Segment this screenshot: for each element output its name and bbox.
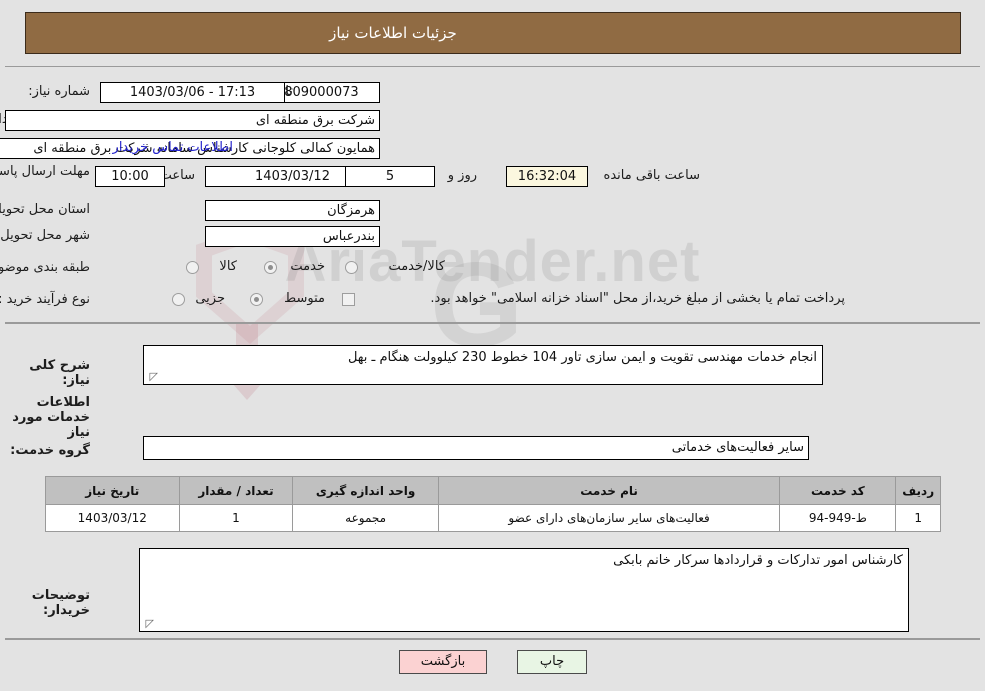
th-row: ردیف: [895, 476, 941, 505]
buyer-comments-value[interactable]: کارشناس امور تدارکات و قراردادها سرکار خ…: [139, 548, 909, 632]
city-label: شهر محل تحویل:: [0, 228, 90, 243]
treasury-note-text: پرداخت تمام یا بخشی از مبلغ خرید،از محل …: [430, 291, 845, 306]
table-row: 1 ط-949-94 فعالیت‌های سایر سازمان‌های دا…: [45, 504, 941, 532]
purchase-type-option-motavaset: متوسط: [284, 291, 325, 306]
deadline-hour-value: 10:00: [95, 166, 165, 187]
service-group-label: گروه خدمت:: [10, 443, 90, 458]
category-option-kala: کالا: [219, 259, 237, 274]
purchase-type-option-jozei: جزیی: [195, 291, 225, 306]
deadline-label: مهلت ارسال پاسخ: تا تاریخ:: [0, 164, 90, 179]
purchase-type-label: نوع فرآیند خرید :: [0, 292, 90, 307]
summary-panel: [5, 66, 980, 324]
province-label: استان محل تحویل:: [0, 202, 90, 217]
cell-quantity: 1: [178, 504, 294, 532]
treasury-checkbox[interactable]: [342, 293, 355, 306]
buyer-comments-label: توضیحات خریدار:: [31, 588, 90, 618]
province-value: هرمزگان: [205, 200, 380, 221]
resize-grip-icon-2[interactable]: ◸: [142, 618, 154, 630]
services-table: ردیف کد خدمت نام خدمت واحد اندازه گیری ت…: [45, 476, 941, 532]
category-label: طبقه بندی موضوعی:: [0, 260, 90, 275]
cell-name: فعالیت‌های سایر سازمان‌های دارای عضو: [437, 504, 781, 532]
category-radio-khedmat[interactable]: [264, 261, 277, 274]
print-button[interactable]: چاپ: [517, 650, 587, 674]
back-button[interactable]: بازگشت: [399, 650, 487, 674]
category-option-khedmat: خدمت: [290, 259, 325, 274]
th-date: تاریخ نیاز: [45, 476, 180, 505]
cell-date: 1403/03/12: [45, 504, 180, 532]
th-name: نام خدمت: [437, 476, 781, 505]
purchase-type-radio-jozei[interactable]: [172, 293, 185, 306]
buyer-contact-link[interactable]: اطلاعات تماس خریدار: [113, 140, 233, 155]
resize-grip-icon[interactable]: ◸: [146, 371, 158, 383]
category-option-kala-khedmat: کالا/خدمت: [388, 259, 445, 274]
need-details-page: G AriaTender.net جزئیات اطلاعات نیاز شما…: [0, 0, 985, 691]
need-description-label: شرح کلی نیاز:: [29, 358, 90, 388]
buyer-org-value: شرکت برق منطقه ای: [5, 110, 380, 131]
cell-unit: مجموعه: [292, 504, 439, 532]
days-remaining-value: 5: [345, 166, 435, 187]
need-description-text: انجام خدمات مهندسی تقویت و ایمن سازی تاو…: [347, 350, 817, 365]
need-description-value[interactable]: انجام خدمات مهندسی تقویت و ایمن سازی تاو…: [143, 345, 823, 385]
page-header: جزئیات اطلاعات نیاز: [25, 12, 961, 54]
cell-row: 1: [895, 504, 941, 532]
th-quantity: تعداد / مقدار: [178, 476, 294, 505]
need-number-label: شماره نیاز:: [28, 84, 90, 99]
buyer-comments-text: کارشناس امور تدارکات و قراردادها سرکار خ…: [613, 553, 903, 568]
announce-datetime-value: 17:13 - 1403/03/06: [100, 82, 285, 103]
remaining-suffix-label: ساعت باقی مانده: [603, 168, 700, 183]
service-group-value: سایر فعالیت‌های خدماتی: [143, 436, 809, 460]
purchase-type-radio-motavaset[interactable]: [250, 293, 263, 306]
page-title: جزئیات اطلاعات نیاز: [329, 24, 457, 42]
time-remaining-value: 16:32:04: [506, 166, 588, 187]
th-unit: واحد اندازه گیری: [292, 476, 439, 505]
cell-code: ط-949-94: [779, 504, 897, 532]
table-header-row: ردیف کد خدمت نام خدمت واحد اندازه گیری ت…: [45, 476, 941, 505]
category-radio-kala-khedmat[interactable]: [345, 261, 358, 274]
city-value: بندرعباس: [205, 226, 380, 247]
services-section-title: اطلاعات خدمات مورد نیاز: [12, 395, 90, 440]
category-radio-kala[interactable]: [186, 261, 199, 274]
days-word-label: روز و: [447, 168, 477, 183]
th-code: کد خدمت: [779, 476, 897, 505]
